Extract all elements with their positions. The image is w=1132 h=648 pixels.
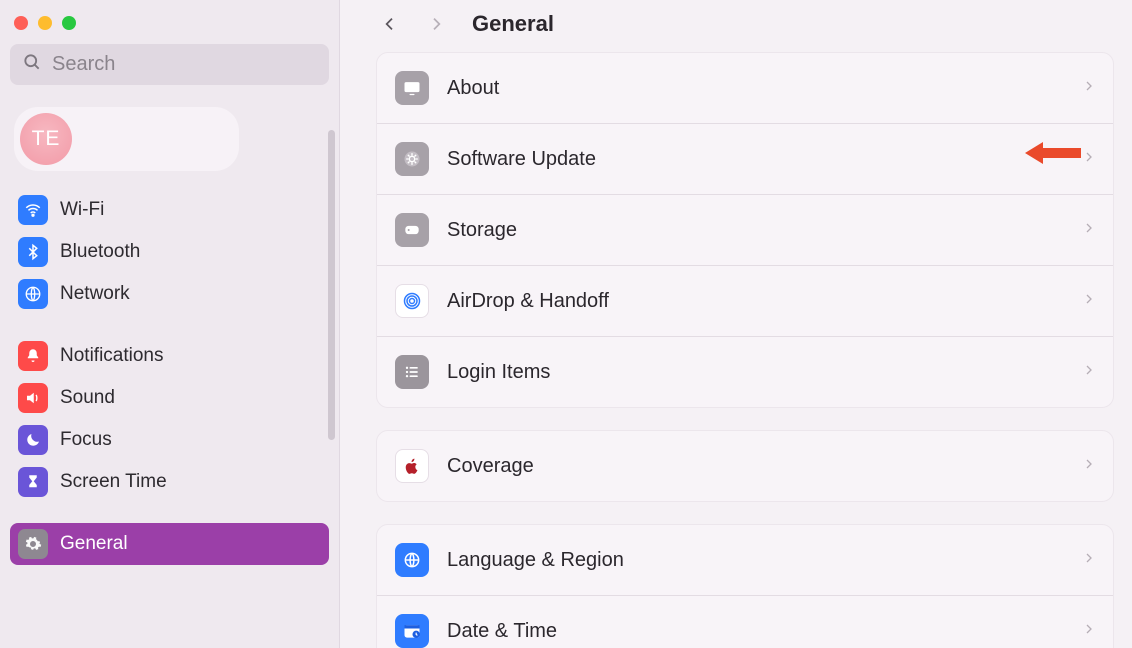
speaker-icon [18, 383, 48, 413]
row-login-items[interactable]: Login Items [377, 337, 1113, 407]
window-controls [10, 10, 329, 44]
row-label: About [447, 77, 1065, 100]
sidebar: TE Wi-Fi Bluetooth [0, 0, 340, 648]
page-title: General [472, 11, 554, 37]
search-icon [22, 52, 42, 77]
search-field[interactable] [10, 44, 329, 85]
forward-button[interactable] [422, 10, 450, 38]
sidebar-scrollbar[interactable] [328, 130, 335, 440]
row-label: Storage [447, 219, 1065, 242]
row-label: Date & Time [447, 620, 1065, 643]
sidebar-item-label: Sound [60, 387, 115, 409]
sidebar-item-label: Network [60, 283, 130, 305]
row-label: AirDrop & Handoff [447, 290, 1065, 313]
row-label: Login Items [447, 361, 1065, 384]
row-label: Coverage [447, 455, 1065, 478]
chevron-right-icon [1083, 361, 1095, 384]
zoom-window-button[interactable] [62, 16, 76, 30]
sidebar-item-screen-time[interactable]: Screen Time [10, 461, 329, 503]
sidebar-item-label: Wi-Fi [60, 199, 104, 221]
main-panel: General About Software Update [340, 0, 1132, 648]
row-language-region[interactable]: Language & Region [377, 525, 1113, 596]
sidebar-item-label: Focus [60, 429, 112, 451]
badge-gear-icon [395, 142, 429, 176]
airdrop-icon [395, 284, 429, 318]
bell-icon [18, 341, 48, 371]
row-about[interactable]: About [377, 53, 1113, 124]
account-row[interactable]: TE [14, 107, 239, 171]
row-coverage[interactable]: Coverage [377, 431, 1113, 501]
sidebar-item-label: Screen Time [60, 471, 167, 493]
sidebar-list: Wi-Fi Bluetooth Network [10, 189, 329, 583]
section-general: About Software Update [376, 52, 1114, 408]
chevron-right-icon [1083, 219, 1095, 242]
row-airdrop-handoff[interactable]: AirDrop & Handoff [377, 266, 1113, 337]
row-label: Software Update [447, 148, 1065, 171]
chevron-right-icon [1083, 290, 1095, 313]
list-icon [395, 355, 429, 389]
globe-icon [395, 543, 429, 577]
apple-icon [395, 449, 429, 483]
minimize-window-button[interactable] [38, 16, 52, 30]
chevron-right-icon [1083, 620, 1095, 643]
chevron-right-icon [1083, 455, 1095, 478]
sidebar-item-sound[interactable]: Sound [10, 377, 329, 419]
sidebar-item-label: Notifications [60, 345, 164, 367]
sidebar-item-label: Bluetooth [60, 241, 140, 263]
section-coverage: Coverage [376, 430, 1114, 502]
calendar-clock-icon [395, 614, 429, 648]
chevron-right-icon [1083, 148, 1095, 171]
sidebar-item-wifi[interactable]: Wi-Fi [10, 189, 329, 231]
row-storage[interactable]: Storage [377, 195, 1113, 266]
sidebar-item-general[interactable]: General [10, 523, 329, 565]
search-input[interactable] [52, 53, 317, 76]
gear-icon [18, 529, 48, 559]
sidebar-item-focus[interactable]: Focus [10, 419, 329, 461]
network-icon [18, 279, 48, 309]
wifi-icon [18, 195, 48, 225]
chevron-right-icon [1083, 77, 1095, 100]
close-window-button[interactable] [14, 16, 28, 30]
section-locale: Language & Region Date & Time [376, 524, 1114, 648]
avatar: TE [20, 113, 72, 165]
row-label: Language & Region [447, 549, 1065, 572]
display-icon [395, 71, 429, 105]
row-date-time[interactable]: Date & Time [377, 596, 1113, 648]
bluetooth-icon [18, 237, 48, 267]
sidebar-item-network[interactable]: Network [10, 273, 329, 315]
sidebar-item-notifications[interactable]: Notifications [10, 335, 329, 377]
content: About Software Update [340, 52, 1120, 648]
disk-icon [395, 213, 429, 247]
header: General [340, 0, 1120, 52]
row-software-update[interactable]: Software Update [377, 124, 1113, 195]
sidebar-item-bluetooth[interactable]: Bluetooth [10, 231, 329, 273]
sidebar-item-label: General [60, 533, 128, 555]
back-button[interactable] [376, 10, 404, 38]
chevron-right-icon [1083, 549, 1095, 572]
annotation-arrow-icon [1025, 140, 1081, 171]
hourglass-icon [18, 467, 48, 497]
moon-icon [18, 425, 48, 455]
